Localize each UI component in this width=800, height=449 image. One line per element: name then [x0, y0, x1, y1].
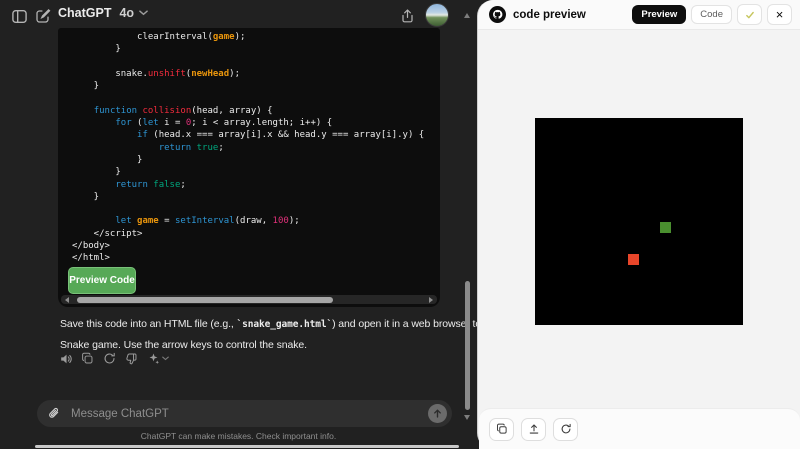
message-input[interactable] [69, 407, 428, 421]
close-icon: × [776, 8, 784, 21]
copy-icon[interactable] [78, 349, 97, 368]
user-avatar[interactable] [425, 3, 449, 27]
code-line: function collision(head, array) { [72, 105, 438, 117]
code-line: let game = setInterval(draw, 100); [72, 215, 438, 227]
code-line [72, 56, 438, 68]
food-square [628, 254, 639, 265]
upload-icon[interactable] [521, 418, 546, 441]
code-line: } [72, 80, 438, 92]
code-line [72, 92, 438, 104]
game-canvas [535, 118, 743, 325]
code-line: } [72, 191, 438, 203]
new-chat-icon[interactable] [33, 6, 53, 26]
share-icon[interactable] [397, 6, 417, 26]
send-button[interactable] [428, 404, 447, 423]
model-version: 4o [119, 6, 134, 20]
code-line: </body> [72, 240, 438, 252]
sparkle-model-icon[interactable] [144, 349, 171, 368]
sidebar-toggle-icon[interactable] [9, 6, 29, 26]
yellow-check-icon [745, 10, 755, 20]
panel-title: code preview [513, 9, 627, 21]
code-content: clearInterval(game); } snake.unshift(new… [72, 31, 438, 265]
code-horizontal-scrollbar[interactable] [61, 295, 437, 304]
thumbs-down-icon[interactable] [122, 349, 141, 368]
tab-preview[interactable]: Preview [632, 5, 686, 24]
code-line: clearInterval(game); [72, 31, 438, 43]
run-status-button[interactable] [737, 4, 762, 25]
read-aloud-icon[interactable] [56, 349, 75, 368]
code-line: </script> [72, 228, 438, 240]
code-line: return true; [72, 142, 438, 154]
code-line: if (head.x === array[i].x && head.y === … [72, 129, 438, 141]
code-scrollbar-thumb[interactable] [77, 297, 333, 303]
model-name: ChatGPT [58, 6, 111, 20]
preview-code-button[interactable]: Preview Code [68, 267, 136, 294]
tab-code[interactable]: Code [691, 5, 732, 24]
snake-square [660, 222, 671, 233]
message-text: Save this code into an HTML file (e.g., [60, 318, 237, 330]
composer-bar [37, 400, 452, 427]
code-preview-panel: code preview Preview Code × [477, 0, 800, 449]
code-line: for (let i = 0; i < array.length; i++) { [72, 117, 438, 129]
chevron-down-icon [139, 10, 148, 16]
panel-footer [479, 408, 800, 449]
regenerate-icon[interactable] [100, 349, 119, 368]
code-block: clearInterval(game); } snake.unshift(new… [58, 28, 440, 307]
inline-code-filename: `snake_game.html` [237, 319, 333, 330]
scroll-left-arrow-icon[interactable] [65, 297, 69, 303]
code-line: } [72, 43, 438, 55]
code-line [72, 203, 438, 215]
refresh-icon[interactable] [553, 418, 578, 441]
code-line: } [72, 154, 438, 166]
copy-icon[interactable] [489, 418, 514, 441]
message-actions [56, 349, 171, 368]
scroll-up-arrow-icon[interactable] [464, 13, 470, 18]
app-window: ChatGPT 4o clearInterval(game); } snake.u… [0, 0, 800, 449]
scroll-right-arrow-icon[interactable] [429, 297, 433, 303]
code-line: </html> [72, 252, 438, 264]
window-horizontal-scrollbar[interactable] [35, 445, 459, 448]
close-panel-button[interactable]: × [767, 4, 792, 25]
code-line: return false; [72, 179, 438, 191]
code-line: } [72, 166, 438, 178]
attach-file-icon[interactable] [47, 406, 61, 421]
code-line: snake.unshift(newHead); [72, 68, 438, 80]
disclaimer-text: ChatGPT can make mistakes. Check importa… [0, 431, 477, 441]
panel-header: code preview Preview Code × [478, 0, 800, 30]
code-preview-logo-icon [489, 6, 506, 23]
model-switcher[interactable]: ChatGPT 4o [58, 6, 148, 20]
scroll-down-arrow-icon[interactable] [464, 415, 470, 420]
chat-vertical-scrollbar[interactable] [465, 281, 470, 410]
